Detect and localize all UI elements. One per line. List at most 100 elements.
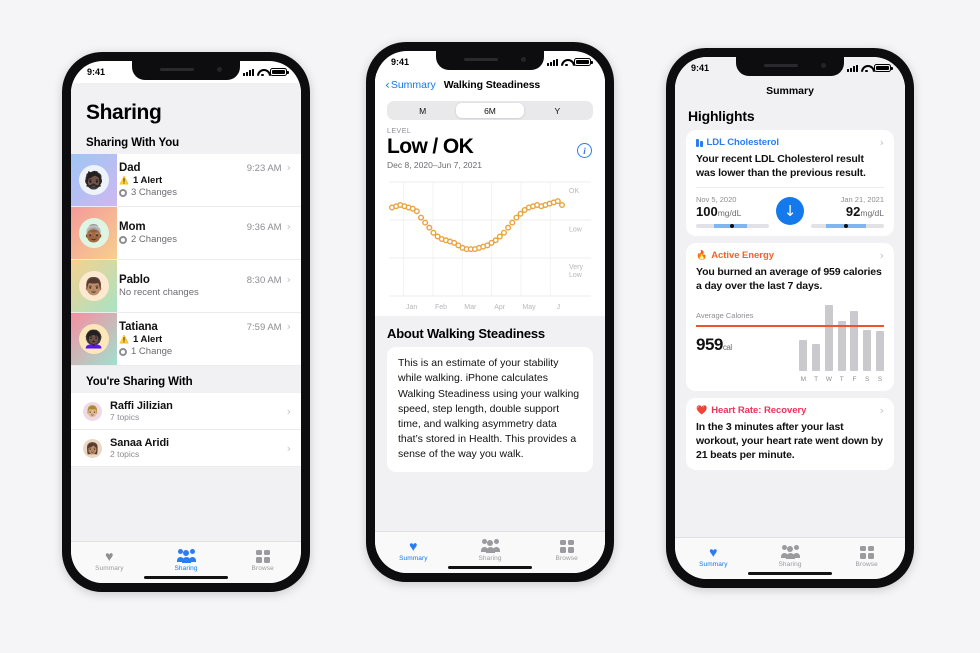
sharing-scroll-area[interactable]: Sharing Sharing With You 🧔🏿 Dad 9:23 AM … xyxy=(71,83,301,541)
ldl-previous-number: 100 xyxy=(696,204,718,220)
cellular-signal-icon xyxy=(243,68,254,76)
bar-column xyxy=(837,299,846,371)
bar-column xyxy=(812,299,821,371)
list-item[interactable]: 👩🏿‍🦱 Tatiana 7:59 AM › ⚠️ 1 Alert xyxy=(71,313,301,366)
contact-name: Mom xyxy=(119,221,146,233)
tab-sharing[interactable]: Sharing xyxy=(148,549,225,572)
average-value: 959cal xyxy=(696,335,732,355)
tab-summary[interactable]: ♥ Summary xyxy=(71,549,148,572)
section-header-sharing-with-you: Sharing With You xyxy=(86,137,180,149)
level-header: LEVEL Low / OK Dec 8, 2020–Jun 7, 2021 i xyxy=(375,123,605,173)
bar-label: F xyxy=(852,375,857,383)
front-camera xyxy=(521,57,526,62)
front-camera xyxy=(821,63,826,68)
svg-text:Apr: Apr xyxy=(494,304,506,311)
phone-summary: 9:41 Summary Highlights LDL Cholesterol … xyxy=(666,48,914,588)
time-range-segmented-control[interactable]: M 6M Y xyxy=(387,101,593,120)
svg-text:May: May xyxy=(522,304,536,311)
nav-title: Walking Steadiness xyxy=(443,79,541,91)
ldl-previous-range-bar xyxy=(696,223,769,228)
home-indicator[interactable] xyxy=(448,565,532,569)
warning-icon: ⚠️ xyxy=(119,334,129,344)
avatar: 👵🏾 xyxy=(79,218,109,248)
tab-summary[interactable]: ♥ Summary xyxy=(375,539,452,562)
bar-label: W xyxy=(825,375,832,383)
tab-browse[interactable]: Browse xyxy=(528,539,605,562)
phone-sharing: 9:41 Sharing Sharing With You 🧔🏿 Dad 9:2… xyxy=(62,52,310,592)
status-time: 9:41 xyxy=(391,57,410,67)
contact-name: Tatiana xyxy=(119,321,158,333)
bar-label: T xyxy=(839,375,844,383)
contact-name: Pablo xyxy=(119,274,150,286)
segment-y[interactable]: Y xyxy=(524,103,591,118)
chevron-right-icon: › xyxy=(286,320,291,333)
topic-count: 7 topics xyxy=(110,412,140,422)
tab-summary[interactable]: ♥ Summary xyxy=(675,543,752,568)
highlight-card-active-energy[interactable]: 🔥 Active Energy › You burned an average … xyxy=(686,242,894,391)
chart-svg: Jan Feb Mar Apr May JOKLowVeryLow xyxy=(388,181,591,311)
phone-walking-steadiness: 9:41 ‹ Summary Walking Steadiness M 6M Y… xyxy=(366,42,614,582)
avatar: 👩🏿‍🦱 xyxy=(79,324,109,354)
changes-count: 1 Change xyxy=(131,346,173,357)
bar-column xyxy=(850,299,859,371)
contact-name: Dad xyxy=(119,162,141,174)
avatar: 👨🏽 xyxy=(79,271,109,301)
chevron-left-icon: ‹ xyxy=(385,78,390,92)
heart-icon: ♥ xyxy=(709,543,718,560)
info-icon[interactable]: i xyxy=(577,143,592,158)
sharing-with-you-list: 🧔🏿 Dad 9:23 AM › ⚠️ 1 Alert 3 Changes 👵🏾… xyxy=(71,154,301,366)
card-body: You burned an average of 959 calories a … xyxy=(696,265,882,292)
ldl-previous-value: 100mg/dL xyxy=(696,204,769,220)
tab-browse[interactable]: Browse xyxy=(828,545,905,568)
tab-browse[interactable]: Browse xyxy=(224,549,301,572)
highlight-card-ldl-cholesterol[interactable]: LDL Cholesterol › Your recent LDL Choles… xyxy=(686,130,894,236)
cellular-signal-icon xyxy=(847,64,858,72)
contact-name: Raffi Jilizian xyxy=(110,400,173,412)
list-item[interactable]: 👩🏽 Sanaa Aridi 2 topics › xyxy=(71,430,301,467)
list-item[interactable]: 👨🏼 Raffi Jilizian 7 topics › xyxy=(71,393,301,430)
home-indicator[interactable] xyxy=(144,575,228,579)
about-text: This is an estimate of your stability wh… xyxy=(387,347,593,472)
card-body: Your recent LDL Cholesterol result was l… xyxy=(696,153,866,180)
summary-scroll-area[interactable]: Summary Highlights LDL Cholesterol › You… xyxy=(675,79,905,537)
ldl-current-date: Jan 21, 2021 xyxy=(840,195,884,205)
bar-label: T xyxy=(814,375,819,383)
tab-sharing[interactable]: Sharing xyxy=(452,539,529,562)
home-indicator[interactable] xyxy=(748,571,832,575)
segmented-control-wrapper: M 6M Y xyxy=(375,97,605,123)
walking-steadiness-chart[interactable]: Jan Feb Mar Apr May J OK Low Very Low xyxy=(385,176,595,317)
grid-icon xyxy=(255,549,270,563)
back-button[interactable]: ‹ Summary xyxy=(385,79,436,91)
tab-label: Sharing xyxy=(174,565,198,572)
walking-steadiness-scroll-area[interactable]: ‹ Summary Walking Steadiness M 6M Y LEVE… xyxy=(375,73,605,531)
notch xyxy=(736,57,844,76)
highlight-card-heart-rate-recovery[interactable]: ❤️ Heart Rate: Recovery › In the 3 minut… xyxy=(686,397,894,471)
timestamp: 8:30 AM xyxy=(246,275,282,286)
page-title: Sharing xyxy=(86,101,162,124)
list-item[interactable]: 👵🏾 Mom 9:36 AM › 2 Changes xyxy=(71,207,301,260)
segment-6m[interactable]: 6M xyxy=(456,103,524,118)
wifi-icon xyxy=(561,58,571,66)
segment-m[interactable]: M xyxy=(389,103,456,118)
svg-text:Very: Very xyxy=(569,264,584,271)
list-item-body: Pablo 8:30 AM › No recent changes xyxy=(117,260,301,312)
card-title: LDL Cholesterol xyxy=(706,137,780,148)
changes-meta: No recent changes xyxy=(119,287,291,298)
status-indicators xyxy=(847,64,893,72)
chevron-right-icon: › xyxy=(286,441,291,455)
chevron-right-icon: › xyxy=(879,248,884,262)
list-item-top-row: Mom 9:36 AM › xyxy=(119,221,291,233)
list-item[interactable]: 🧔🏿 Dad 9:23 AM › ⚠️ 1 Alert 3 Changes xyxy=(71,154,301,207)
tab-sharing[interactable]: Sharing xyxy=(752,545,829,568)
ldl-current: Jan 21, 2021 92mg/dL xyxy=(811,195,884,228)
earpiece-speaker xyxy=(764,64,798,67)
svg-text:Low: Low xyxy=(569,227,583,234)
wifi-icon xyxy=(257,68,267,76)
topic-count: 2 topics xyxy=(110,449,140,459)
list-item[interactable]: 👨🏽 Pablo 8:30 AM › No recent changes xyxy=(71,260,301,313)
notch xyxy=(436,51,544,70)
status-indicators xyxy=(243,68,289,76)
avatar-tile: 👨🏽 xyxy=(71,260,117,312)
nav-title: Summary xyxy=(675,79,905,103)
bar xyxy=(812,343,821,371)
